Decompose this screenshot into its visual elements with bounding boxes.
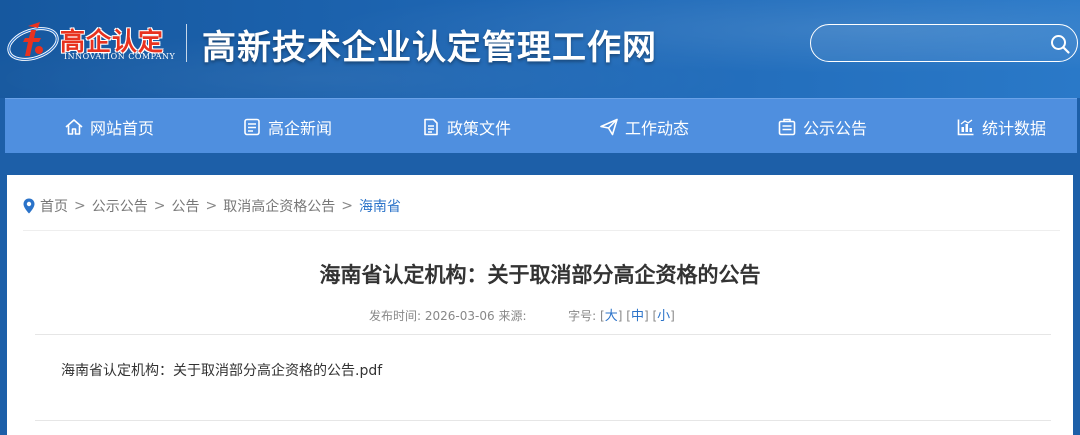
site-header: 高企认定 INNOVATION COMPANY 高新技术企业认定管理工作网 bbox=[0, 0, 1080, 98]
send-icon bbox=[600, 118, 618, 135]
nav-item-label: 工作动态 bbox=[624, 118, 689, 138]
nav-item-statistics[interactable]: 统计数据 bbox=[912, 99, 1080, 154]
breadcrumb-separator: > bbox=[153, 198, 166, 214]
search-icon[interactable] bbox=[1049, 33, 1071, 55]
clipboard-icon bbox=[778, 118, 796, 135]
logo-divider bbox=[186, 24, 187, 62]
nav-item-work-updates[interactable]: 工作动态 bbox=[555, 99, 733, 154]
nav-item-label: 高企新闻 bbox=[267, 118, 332, 138]
article-meta: 发布时间: 2026-03-06 来源: 字号: [大] [中] [小] bbox=[369, 309, 675, 324]
content-panel: 首页 > 公示公告 > 公告 > 取消高企资格公告 > 海南省 海南省认定机构：… bbox=[7, 175, 1073, 435]
logo-english-text: INNOVATION COMPANY bbox=[64, 52, 176, 61]
nav-item-label: 统计数据 bbox=[981, 118, 1046, 138]
breadcrumb-separator: > bbox=[205, 198, 218, 214]
site-title: 高新技术企业认定管理工作网 bbox=[202, 28, 657, 68]
chart-icon bbox=[957, 118, 974, 135]
search-box bbox=[810, 24, 1078, 62]
document-icon bbox=[424, 118, 438, 135]
nav-item-announcements[interactable]: 公示公告 bbox=[733, 99, 911, 154]
breadcrumb-separator: > bbox=[341, 198, 353, 214]
font-size-medium-button[interactable]: 中 bbox=[631, 309, 644, 324]
attachment-link[interactable]: 海南省认定机构：关于取消部分高企资格的公告.pdf bbox=[61, 360, 382, 380]
font-size-large-button[interactable]: 大 bbox=[605, 309, 618, 324]
home-icon bbox=[65, 118, 83, 135]
breadcrumb-separator: > bbox=[74, 198, 86, 214]
nav-item-home[interactable]: 网站首页 bbox=[20, 99, 198, 154]
article-title: 海南省认定机构：关于取消部分高企资格的公告 bbox=[319, 263, 761, 287]
nav-item-label: 公示公告 bbox=[802, 118, 867, 138]
divider bbox=[23, 230, 1060, 231]
font-size-label: 字号: bbox=[568, 309, 597, 323]
publish-date: 2026-03-06 bbox=[424, 309, 495, 323]
nav-item-label: 政策文件 bbox=[446, 118, 511, 138]
nav-item-policy[interactable]: 政策文件 bbox=[377, 99, 555, 154]
nav-item-label: 网站首页 bbox=[89, 118, 154, 138]
search-input[interactable] bbox=[825, 31, 1045, 55]
publish-time-label: 发布时间: bbox=[369, 309, 422, 323]
divider bbox=[35, 334, 1051, 335]
breadcrumb-home[interactable]: 首页 bbox=[40, 196, 68, 216]
news-icon bbox=[244, 118, 260, 135]
breadcrumb-revocation-notices[interactable]: 取消高企资格公告 bbox=[223, 196, 335, 216]
logo-mark-icon bbox=[7, 22, 59, 61]
breadcrumb-notices[interactable]: 公告 bbox=[171, 196, 199, 216]
source-label: 来源: bbox=[498, 309, 527, 323]
location-pin-icon bbox=[23, 198, 35, 214]
divider bbox=[35, 420, 1051, 421]
font-size-small-button[interactable]: 小 bbox=[657, 309, 670, 324]
breadcrumb-current[interactable]: 海南省 bbox=[359, 196, 401, 216]
main-nav: 网站首页 高企新闻 政策文件 工作动态 公示公告 统计数据 bbox=[5, 98, 1077, 153]
breadcrumb-announcements[interactable]: 公示公告 bbox=[92, 196, 148, 216]
breadcrumb: 首页 > 公示公告 > 公告 > 取消高企资格公告 > 海南省 bbox=[23, 196, 401, 216]
site-logo[interactable]: 高企认定 INNOVATION COMPANY bbox=[6, 16, 196, 66]
nav-item-news[interactable]: 高企新闻 bbox=[198, 99, 376, 154]
